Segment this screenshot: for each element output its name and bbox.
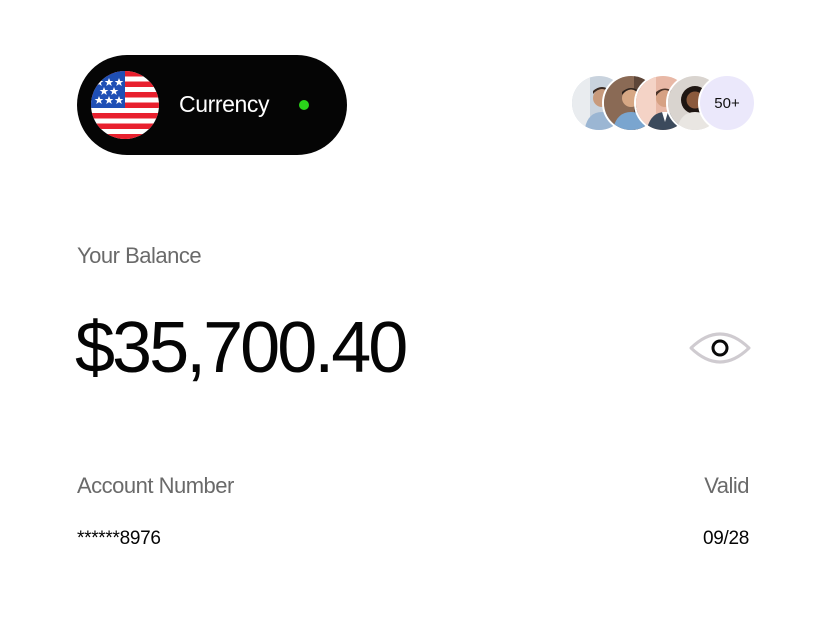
more-members-badge[interactable]: 50+ (698, 74, 756, 132)
balance-label: Your Balance (77, 243, 202, 268)
currency-label: Currency (179, 91, 270, 117)
valid-date-value: 09/28 (702, 528, 749, 549)
account-number-value: ******8976 (77, 528, 161, 549)
member-avatars[interactable]: 50+ (570, 74, 760, 134)
currency-selector[interactable]: Currency (77, 55, 347, 155)
account-number-label: Account Number (77, 473, 234, 498)
status-indicator (299, 100, 309, 110)
balance-amount: $35,700.40 (75, 308, 408, 388)
valid-label: Valid (704, 473, 749, 498)
eye-icon[interactable] (688, 326, 752, 370)
us-flag-icon (91, 71, 159, 139)
